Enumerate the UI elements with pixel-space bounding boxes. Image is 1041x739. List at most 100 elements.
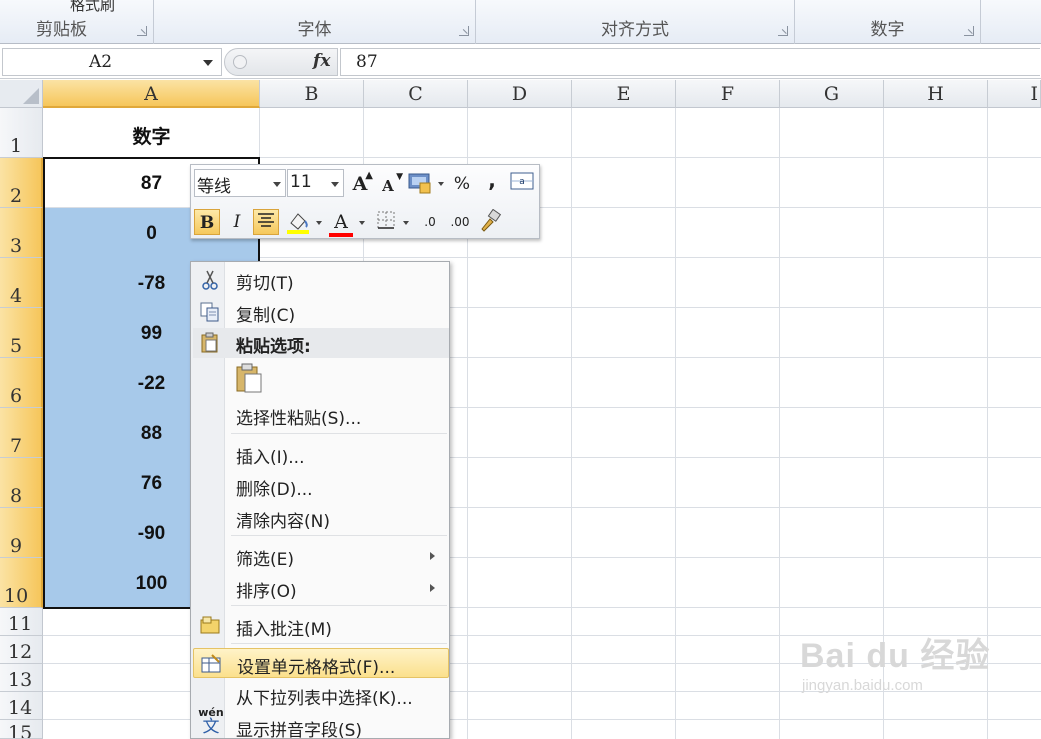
row-header-7[interactable]: 7 [0, 408, 43, 458]
chevron-down-icon[interactable] [403, 221, 409, 225]
ribbon-group-number: 数字 [795, 0, 981, 44]
pinyin-icon-char: 文 [202, 717, 220, 737]
select-all-button[interactable] [0, 80, 43, 108]
column-header-i[interactable]: I [988, 80, 1041, 108]
formula-input[interactable]: 87 [340, 48, 1040, 76]
column-header-g[interactable]: G [780, 80, 884, 108]
gridline [571, 108, 572, 739]
dialog-launcher-icon[interactable] [137, 26, 147, 36]
row-header-14[interactable]: 14 [0, 692, 43, 720]
bold-button[interactable]: B [194, 209, 220, 235]
row-header-1[interactable]: 1 [0, 108, 43, 158]
menu-item-delete[interactable]: 删除(D)... [193, 471, 449, 501]
formula-bar: A2 fx 87 [0, 45, 1041, 79]
menu-item-label: 剪切(T) [236, 274, 294, 294]
row-header-3[interactable]: 3 [0, 208, 43, 258]
increase-decimal-button[interactable]: .0 [417, 209, 443, 235]
format-painter-button[interactable] [477, 208, 503, 235]
row-header-2[interactable]: 2 [0, 158, 43, 208]
menu-item-label: 插入(I)... [236, 448, 305, 468]
gridline [675, 108, 676, 739]
chevron-down-icon[interactable] [273, 182, 281, 187]
menu-item-clear-contents[interactable]: 清除内容(N) [193, 503, 449, 533]
chevron-down-icon[interactable] [438, 182, 444, 186]
pinyin-icon: wén 文 [197, 706, 225, 737]
row-header-10[interactable]: 10 [0, 558, 43, 608]
menu-item-format-cells[interactable]: 设置单元格格式(F)... [193, 648, 449, 678]
chevron-down-icon[interactable] [316, 221, 322, 225]
watermark-url: jingyan.baidu.com [802, 677, 923, 694]
ribbon-group-font: 字体 [154, 0, 476, 44]
chevron-down-icon[interactable] [359, 221, 365, 225]
shrink-font-button[interactable]: A ▼ [375, 172, 403, 199]
percent-style-button[interactable]: % [449, 171, 475, 197]
menu-item-copy[interactable]: 复制(C) [193, 297, 449, 327]
mini-toolbar: 等线 11 A ▲ A ▼ % , a B I A .0 .00 [190, 164, 540, 239]
down-caret-icon: ▼ [396, 172, 403, 182]
column-header-f[interactable]: F [676, 80, 780, 108]
borders-icon [377, 211, 395, 229]
dialog-launcher-icon[interactable] [964, 26, 974, 36]
chevron-down-icon[interactable] [331, 182, 339, 187]
submenu-arrow-icon [430, 584, 435, 592]
row-header-4[interactable]: 4 [0, 258, 43, 308]
borders-button[interactable] [373, 209, 399, 235]
menu-item-cut[interactable]: 剪切(T) [193, 265, 449, 295]
menu-item-label: 显示拼音字段(S) [236, 721, 363, 739]
column-header-b[interactable]: B [260, 80, 364, 108]
shrink-font-icon: A [382, 177, 394, 195]
fill-color-button[interactable] [285, 209, 311, 235]
ribbon-group-alignment: 对齐方式 [476, 0, 795, 44]
cell-a1[interactable]: 数字 [44, 122, 259, 149]
paste-icon [201, 332, 218, 353]
insert-function-button[interactable]: fx [313, 51, 330, 71]
row-header-13[interactable]: 13 [0, 664, 43, 692]
column-header-e[interactable]: E [572, 80, 676, 108]
comma-style-button[interactable]: , [479, 167, 505, 193]
name-box-value: A2 [88, 52, 113, 72]
merge-center-button[interactable]: a [509, 171, 535, 197]
scissors-icon [202, 270, 218, 290]
clipboard-icon [236, 363, 262, 393]
formula-controls: fx [224, 48, 338, 76]
expand-handle-icon[interactable] [233, 55, 247, 69]
menu-separator [231, 643, 447, 644]
name-box[interactable]: A2 [2, 48, 222, 76]
formula-value: 87 [356, 52, 378, 72]
menu-item-filter[interactable]: 筛选(E) [193, 541, 449, 571]
font-size-combo[interactable]: 11 [287, 169, 344, 197]
chevron-down-icon[interactable] [203, 60, 213, 66]
copy-icon [200, 302, 219, 322]
menu-item-paste-special[interactable]: 选择性粘贴(S)... [193, 400, 449, 430]
column-header-h[interactable]: H [884, 80, 988, 108]
menu-separator [231, 605, 447, 606]
row-header-6[interactable]: 6 [0, 358, 43, 408]
menu-item-show-pinyin[interactable]: wén 文 显示拼音字段(S) [193, 706, 449, 739]
font-name-combo[interactable]: 等线 [194, 169, 286, 197]
italic-button[interactable]: I [224, 209, 250, 235]
dialog-launcher-icon[interactable] [778, 26, 788, 36]
font-color-button[interactable]: A [328, 209, 354, 237]
dialog-launcher-icon[interactable] [459, 26, 469, 36]
row-header-11[interactable]: 11 [0, 608, 43, 636]
menu-item-label: 插入批注(M) [236, 620, 332, 640]
ribbon-group-label: 对齐方式 [601, 20, 669, 40]
column-header-d[interactable]: D [468, 80, 572, 108]
row-header-5[interactable]: 5 [0, 308, 43, 358]
menu-item-label: 粘贴选项: [236, 337, 311, 357]
column-header-a[interactable]: A [43, 80, 260, 108]
menu-item-insert-comment[interactable]: 插入批注(M) [193, 611, 449, 641]
row-header-8[interactable]: 8 [0, 458, 43, 508]
paste-option-button[interactable] [235, 362, 265, 394]
cell-styles-button[interactable] [407, 171, 433, 197]
row-header-9[interactable]: 9 [0, 508, 43, 558]
row-header-12[interactable]: 12 [0, 636, 43, 664]
grow-font-button[interactable]: A ▲ [347, 170, 373, 197]
menu-item-sort[interactable]: 排序(O) [193, 573, 449, 603]
column-header-c[interactable]: C [364, 80, 468, 108]
decrease-decimal-button[interactable]: .00 [447, 209, 473, 235]
menu-item-pick-from-list[interactable]: 从下拉列表中选择(K)... [193, 680, 449, 710]
align-center-button[interactable] [253, 209, 279, 235]
menu-item-insert[interactable]: 插入(I)... [193, 439, 449, 469]
row-header-15[interactable]: 15 [0, 720, 43, 739]
